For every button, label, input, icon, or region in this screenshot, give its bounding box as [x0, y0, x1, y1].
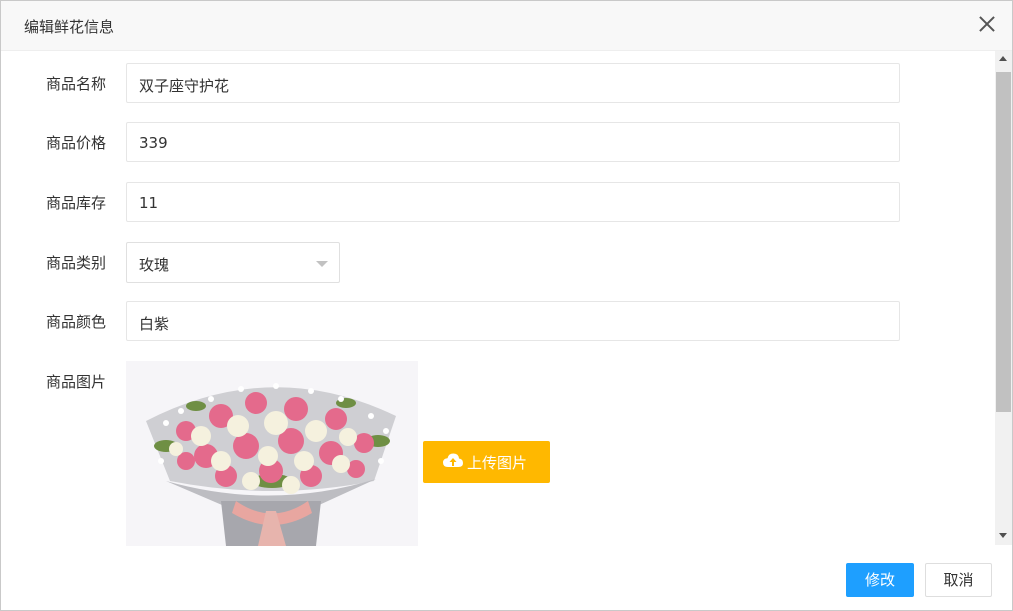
dialog-titlebar: 编辑鲜花信息 [1, 1, 1012, 51]
scrollbar-thumb[interactable] [996, 72, 1011, 412]
name-input-value: 双子座守护花 [139, 77, 230, 95]
dialog-content: 商品名称 双子座守护花 商品价格 339 商品库存 11 商品类别 玫瑰 商品颜… [1, 51, 994, 546]
category-label: 商品类别 [46, 254, 107, 272]
edit-flower-dialog: 编辑鲜花信息 商品名称 双子座守护花 商品价格 339 商品库存 11 商品类别… [0, 0, 1013, 611]
stock-input-value: 11 [139, 194, 159, 212]
color-label: 商品颜色 [46, 313, 107, 331]
chevron-down-icon [316, 261, 328, 267]
stock-label: 商品库存 [46, 194, 107, 212]
cancel-button[interactable]: 取消 [925, 563, 992, 597]
submit-button[interactable]: 修改 [846, 563, 914, 597]
flower-image [126, 361, 418, 546]
category-select[interactable]: 玫瑰 [126, 242, 340, 283]
upload-image-button[interactable]: 上传图片 [423, 441, 550, 483]
stock-input[interactable]: 11 [126, 182, 900, 222]
dialog-title: 编辑鲜花信息 [24, 18, 115, 36]
name-input[interactable]: 双子座守护花 [126, 63, 900, 103]
cloud-upload-icon [443, 453, 463, 473]
image-label: 商品图片 [46, 373, 107, 391]
name-label: 商品名称 [46, 75, 107, 93]
close-icon[interactable] [978, 15, 996, 33]
category-select-value: 玫瑰 [139, 256, 170, 274]
price-input-value: 339 [139, 134, 168, 152]
scroll-up-icon[interactable] [999, 56, 1007, 61]
vertical-scrollbar[interactable] [995, 51, 1012, 545]
price-input[interactable]: 339 [126, 122, 900, 162]
scroll-down-icon[interactable] [999, 533, 1007, 538]
price-label: 商品价格 [46, 134, 107, 152]
color-input[interactable]: 白紫 [126, 301, 900, 341]
upload-image-label: 上传图片 [467, 454, 528, 472]
color-input-value: 白紫 [139, 315, 170, 333]
